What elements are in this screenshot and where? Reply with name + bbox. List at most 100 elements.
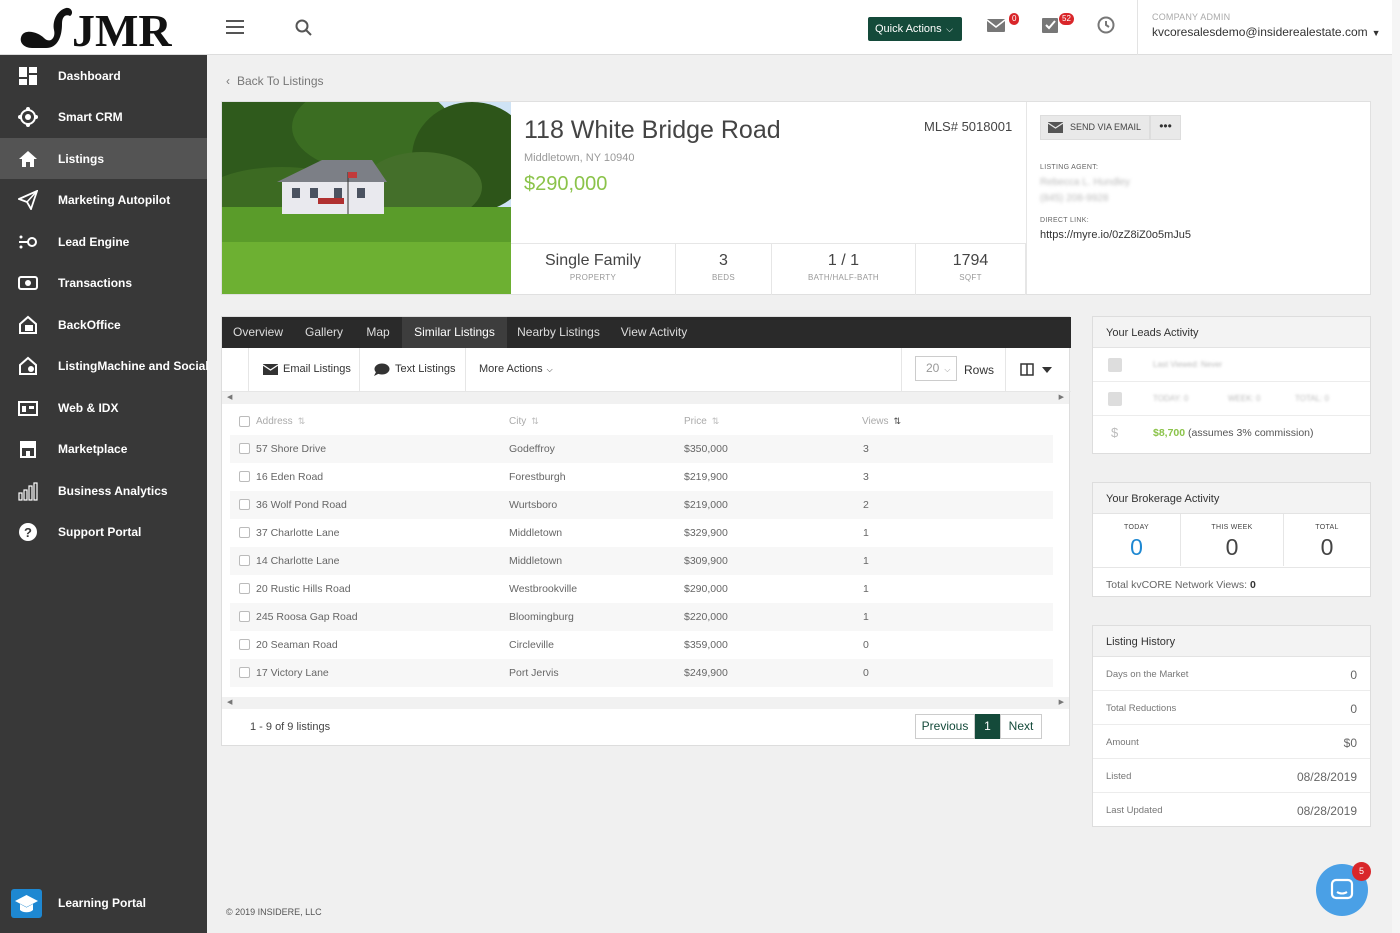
cell-city: Middletown bbox=[509, 527, 563, 539]
column-header-address[interactable]: Address ⇅ bbox=[256, 416, 305, 427]
table-row[interactable]: 36 Wolf Pond Road Wurtsboro $219,000 2 bbox=[230, 491, 1053, 519]
table-row[interactable]: 37 Charlotte Lane Middletown $329,900 1 bbox=[230, 519, 1053, 547]
sidebar-item-marketplace[interactable]: Marketplace bbox=[0, 428, 207, 469]
sidebar-item-marketing-autopilot[interactable]: Marketing Autopilot bbox=[0, 179, 207, 220]
cell-views: 1 bbox=[863, 583, 869, 595]
table-row[interactable]: 17 Victory Lane Port Jervis $249,900 0 bbox=[230, 659, 1053, 687]
table-row[interactable]: 245 Roosa Gap Road Bloomingburg $220,000 1 bbox=[230, 603, 1053, 631]
sidebar-item-dashboard[interactable]: Dashboard bbox=[0, 55, 207, 96]
text-listings-button[interactable]: Text Listings bbox=[359, 348, 465, 391]
company-logo[interactable]: JMR bbox=[14, 2, 194, 56]
row-checkbox[interactable] bbox=[239, 611, 250, 622]
direct-link[interactable]: https://myre.io/0zZ8iZ0o5mJu5 bbox=[1040, 229, 1191, 241]
rows-label: Rows bbox=[964, 363, 995, 377]
table-row[interactable]: 14 Charlotte Lane Middletown $309,900 1 bbox=[230, 547, 1053, 575]
back-to-listings-link[interactable]: ‹ Back To Listings bbox=[226, 74, 324, 88]
scroll-left-icon[interactable]: ◀ bbox=[227, 392, 232, 404]
sidebar-item-transactions[interactable]: Transactions bbox=[0, 262, 207, 303]
menu-toggle-icon[interactable] bbox=[226, 20, 244, 34]
sidebar: Dashboard Smart CRM Listings Marketing A… bbox=[0, 55, 209, 933]
sidebar-item-smart-crm[interactable]: Smart CRM bbox=[0, 96, 207, 137]
quick-actions-button[interactable]: Quick Actions ⌵ bbox=[868, 17, 962, 41]
row-checkbox[interactable] bbox=[239, 667, 250, 678]
horizontal-scrollbar-top[interactable]: ◀ ▶ bbox=[222, 392, 1069, 404]
tab-view-activity[interactable]: View Activity bbox=[610, 317, 698, 348]
row-checkbox[interactable] bbox=[239, 471, 250, 482]
row-checkbox[interactable] bbox=[239, 499, 250, 510]
table-row[interactable]: 57 Shore Drive Godeffroy $350,000 3 bbox=[230, 435, 1053, 463]
history-icon[interactable] bbox=[1095, 14, 1117, 36]
table-row[interactable]: 20 Rustic Hills Road Westbrookville $290,0… bbox=[230, 575, 1053, 603]
monitor-icon bbox=[1108, 392, 1122, 406]
tab-overview[interactable]: Overview bbox=[222, 317, 294, 348]
cell-price: $219,900 bbox=[684, 471, 728, 483]
sidebar-item-listings[interactable]: Listings bbox=[0, 138, 207, 179]
history-row-last-updated: Last Updated 08/28/2019 bbox=[1093, 793, 1370, 827]
cell-address[interactable]: 14 Charlotte Lane bbox=[256, 555, 339, 567]
cell-address[interactable]: 16 Eden Road bbox=[256, 471, 323, 483]
history-row-days-on-market: Days on the Market 0 bbox=[1093, 657, 1370, 691]
more-options-button[interactable]: ••• bbox=[1150, 115, 1181, 140]
property-photo[interactable] bbox=[222, 102, 511, 294]
column-header-views[interactable]: Views ⇅ bbox=[862, 416, 901, 427]
table-row[interactable]: 20 Seaman Road Circleville $359,000 0 bbox=[230, 631, 1053, 659]
sidebar-item-listingmachine[interactable]: ListingMachine and Social bbox=[0, 345, 209, 386]
send-via-email-label: SEND VIA EMAIL bbox=[1070, 122, 1142, 132]
page-1-button[interactable]: 1 bbox=[975, 714, 1000, 739]
sidebar-item-lead-engine[interactable]: Lead Engine bbox=[0, 221, 207, 262]
rows-per-page-select[interactable]: 20 ⌵ bbox=[915, 356, 957, 381]
cell-address[interactable]: 20 Seaman Road bbox=[256, 639, 338, 651]
row-checkbox[interactable] bbox=[239, 555, 250, 566]
row-checkbox[interactable] bbox=[239, 527, 250, 538]
send-via-email-button[interactable]: SEND VIA EMAIL bbox=[1040, 115, 1150, 140]
horizontal-scrollbar-bottom[interactable]: ◀ ▶ bbox=[222, 697, 1069, 709]
cell-address[interactable]: 245 Roosa Gap Road bbox=[256, 611, 358, 623]
cell-price: $350,000 bbox=[684, 443, 728, 455]
cell-address[interactable]: 36 Wolf Pond Road bbox=[256, 499, 347, 511]
page-scrollbar[interactable] bbox=[1392, 0, 1400, 933]
column-toggle-button[interactable] bbox=[1005, 348, 1071, 391]
sidebar-item-web-idx[interactable]: Web & IDX bbox=[0, 387, 207, 428]
backoffice-icon bbox=[19, 315, 37, 334]
brokerage-activity-widget: Your Brokerage Activity TODAY 0 THIS WEEK… bbox=[1092, 482, 1371, 597]
column-header-price[interactable]: Price ⇅ bbox=[684, 416, 719, 427]
scroll-right-icon[interactable]: ▶ bbox=[1059, 392, 1064, 404]
scroll-left-icon[interactable]: ◀ bbox=[227, 697, 232, 709]
cell-address[interactable]: 57 Shore Drive bbox=[256, 443, 326, 455]
chevron-left-icon: ‹ bbox=[226, 74, 230, 88]
cell-address[interactable]: 20 Rustic Hills Road bbox=[256, 583, 351, 595]
sidebar-item-label: Marketplace bbox=[58, 442, 128, 456]
previous-page-button[interactable]: Previous bbox=[915, 714, 975, 739]
property-price: $290,000 bbox=[524, 173, 608, 195]
scroll-right-icon[interactable]: ▶ bbox=[1059, 697, 1064, 709]
sidebar-item-backoffice[interactable]: BackOffice bbox=[0, 304, 207, 345]
tab-similar-listings[interactable]: Similar Listings bbox=[402, 317, 507, 348]
next-page-button[interactable]: Next bbox=[1000, 714, 1042, 739]
sidebar-item-business-analytics[interactable]: Business Analytics bbox=[0, 470, 207, 511]
mail-icon[interactable] bbox=[985, 14, 1007, 36]
sidebar-item-support-portal[interactable]: ? Support Portal bbox=[0, 511, 207, 552]
account-menu[interactable]: COMPANY ADMIN kvcoresalesdemo@insidereal… bbox=[1152, 12, 1381, 39]
row-checkbox[interactable] bbox=[239, 639, 250, 650]
cell-price: $249,900 bbox=[684, 667, 728, 679]
tab-map[interactable]: Map bbox=[354, 317, 402, 348]
email-listings-button[interactable]: Email Listings bbox=[248, 348, 359, 391]
tab-gallery[interactable]: Gallery bbox=[294, 317, 354, 348]
sidebar-item-label: Lead Engine bbox=[58, 235, 130, 249]
sidebar-item-label: Web & IDX bbox=[58, 401, 119, 415]
commission-note: (assumes 3% commission) bbox=[1188, 427, 1314, 439]
cell-address[interactable]: 17 Victory Lane bbox=[256, 667, 329, 679]
cell-address[interactable]: 37 Charlotte Lane bbox=[256, 527, 339, 539]
dollar-icon: $ bbox=[1111, 425, 1119, 440]
analytics-icon bbox=[18, 482, 38, 501]
select-all-checkbox[interactable] bbox=[239, 416, 250, 427]
row-checkbox[interactable] bbox=[239, 443, 250, 454]
tab-nearby-listings[interactable]: Nearby Listings bbox=[507, 317, 610, 348]
more-actions-button[interactable]: More Actions ⌵ bbox=[465, 348, 563, 391]
sidebar-item-learning-portal[interactable]: Learning Portal bbox=[0, 882, 207, 923]
sidebar-item-label: Support Portal bbox=[58, 525, 142, 539]
row-checkbox[interactable] bbox=[239, 583, 250, 594]
column-header-city[interactable]: City ⇅ bbox=[509, 416, 539, 427]
table-row[interactable]: 16 Eden Road Forestburgh $219,900 3 bbox=[230, 463, 1053, 491]
search-icon[interactable] bbox=[294, 18, 314, 38]
